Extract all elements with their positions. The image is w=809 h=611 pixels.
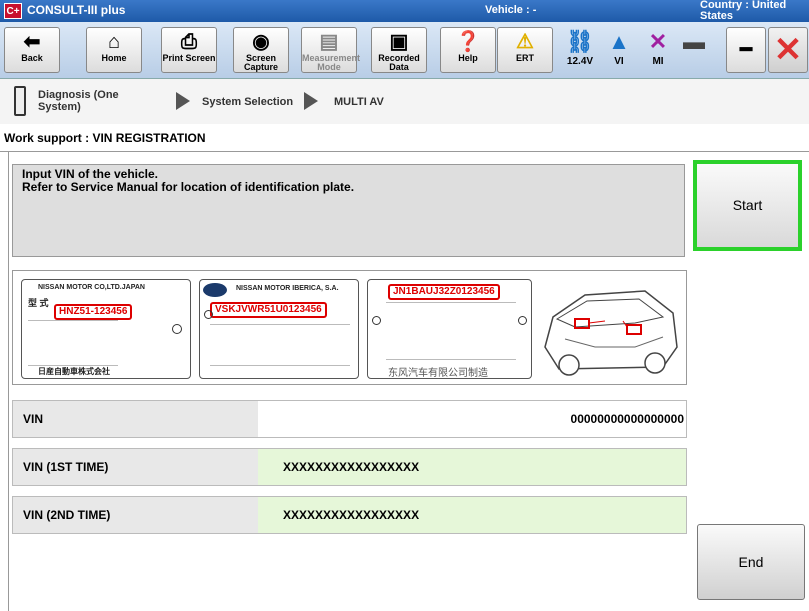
vin-plate-iberica: NISSAN MOTOR IBERICA, S.A. VSKJVWR51U012… (199, 279, 359, 379)
measurement-mode-button[interactable]: ▤ Measurement Mode (301, 27, 360, 73)
breadcrumb-arrow-icon (304, 92, 318, 110)
plate-footer: 东风汽车有限公司制造 (388, 368, 488, 379)
vehicle-diagram-icon (544, 290, 678, 376)
plate-header: NISSAN MOTOR CO,LTD.JAPAN (38, 284, 145, 291)
breadcrumb: Diagnosis (One System) System Selection … (0, 79, 809, 125)
divider (8, 152, 9, 611)
page-title: Work support : VIN REGISTRATION (0, 124, 809, 152)
close-icon: ✕ (773, 31, 803, 69)
plate-text-lines (210, 324, 350, 366)
vin-plate-china: JN1BAUJ32Z0123456 东风汽车有限公司制造 (367, 279, 532, 379)
instruction-line: Refer to Service Manual for location of … (22, 180, 355, 194)
measurement-icon: ▤ (319, 31, 339, 53)
battery-status: ⛓ 12.4V (560, 26, 600, 67)
breadcrumb-diagnosis[interactable]: Diagnosis (One System) (38, 89, 148, 113)
minimize-icon: ━ (739, 39, 753, 61)
home-icon: ⌂ (107, 31, 121, 53)
connector-status: ▬ (680, 26, 708, 56)
plate-text-lines (28, 320, 118, 366)
vin-value: 00000000000000000 (258, 401, 686, 437)
signal-icon: ▲ (608, 29, 630, 54)
plate-header: NISSAN MOTOR IBERICA, S.A. (236, 285, 339, 292)
app-title: CONSULT-III plus (27, 3, 126, 17)
plate-text-lines (386, 302, 516, 360)
plate-vin-highlight: JN1BAUJ32Z0123456 (388, 284, 500, 300)
screen-capture-button[interactable]: ◉ Screen Capture (233, 27, 289, 73)
plate-vin-highlight: HNZ51-123456 (54, 304, 133, 320)
help-icon: ❓ (455, 31, 481, 53)
nissan-logo-icon (203, 283, 227, 297)
breadcrumb-arrow-icon (176, 92, 190, 110)
start-button[interactable]: Start (693, 160, 802, 251)
vin-first-row: VIN (1ST TIME) XXXXXXXXXXXXXXXXX (12, 448, 687, 486)
breadcrumb-current: MULTI AV (334, 96, 384, 108)
vin-first-input[interactable]: XXXXXXXXXXXXXXXXX (258, 449, 686, 485)
diagnosis-icon (14, 86, 26, 116)
vin-plate-illustration: NISSAN MOTOR CO,LTD.JAPAN 型 式 HNZ51-1234… (12, 270, 687, 385)
vin-row: VIN 00000000000000000 (12, 400, 687, 438)
plate-footer: 日産自動車株式会社 (38, 367, 110, 376)
plate-vin-highlight: VSKJVWR51U0123456 (210, 302, 327, 318)
help-button[interactable]: ❓ Help (440, 27, 496, 73)
car-icon: ⛓ (566, 29, 594, 54)
rivet-icon (518, 316, 527, 325)
minimize-button[interactable]: ━ (726, 27, 766, 73)
end-button[interactable]: End (697, 524, 805, 600)
vin-plate-japan: NISSAN MOTOR CO,LTD.JAPAN 型 式 HNZ51-1234… (21, 279, 191, 379)
vin-second-input[interactable]: XXXXXXXXXXXXXXXXX (258, 497, 686, 533)
rivet-icon (204, 310, 213, 319)
vi-status: ▲ VI (604, 26, 634, 67)
rivet-icon (172, 324, 182, 334)
title-bar: C+ CONSULT-III plus Vehicle : - Country … (0, 0, 809, 22)
printer-icon: ⎙ (181, 31, 197, 53)
ert-button[interactable]: ⚠ ERT (497, 27, 553, 73)
print-screen-button[interactable]: ⎙ Print Screen (161, 27, 217, 73)
vin-second-row: VIN (2ND TIME) XXXXXXXXXXXXXXXXX (12, 496, 687, 534)
close-button[interactable]: ✕ (768, 27, 808, 73)
vin-label: VIN (13, 401, 258, 437)
toolbar: ⬅ Back ⌂ Home ⎙ Print Screen ◉ Screen Ca… (0, 22, 809, 79)
connector-icon: ▬ (683, 29, 705, 54)
camera-icon: ◉ (252, 31, 270, 53)
back-arrow-icon: ⬅ (23, 31, 41, 53)
recorded-data-icon: ▣ (389, 31, 409, 53)
home-button[interactable]: ⌂ Home (86, 27, 142, 73)
back-button[interactable]: ⬅ Back (4, 27, 60, 73)
breadcrumb-system-selection[interactable]: System Selection (202, 96, 293, 108)
mi-status: ✕ MI (643, 26, 673, 67)
instruction-panel: Input VIN of the vehicle. Refer to Servi… (12, 164, 685, 257)
recorded-data-button[interactable]: ▣ Recorded Data (371, 27, 427, 73)
vin-first-label: VIN (1ST TIME) (13, 449, 258, 485)
vehicle-label: Vehicle : - (485, 4, 537, 16)
warning-icon: ⚠ (516, 31, 534, 53)
app-logo: C+ (4, 3, 22, 19)
vin-second-label: VIN (2ND TIME) (13, 497, 258, 533)
disconnected-icon: ✕ (648, 29, 668, 54)
country-label: Country : United States (700, 0, 787, 22)
plate-type-label: 型 式 (28, 298, 49, 308)
rivet-icon (372, 316, 381, 325)
